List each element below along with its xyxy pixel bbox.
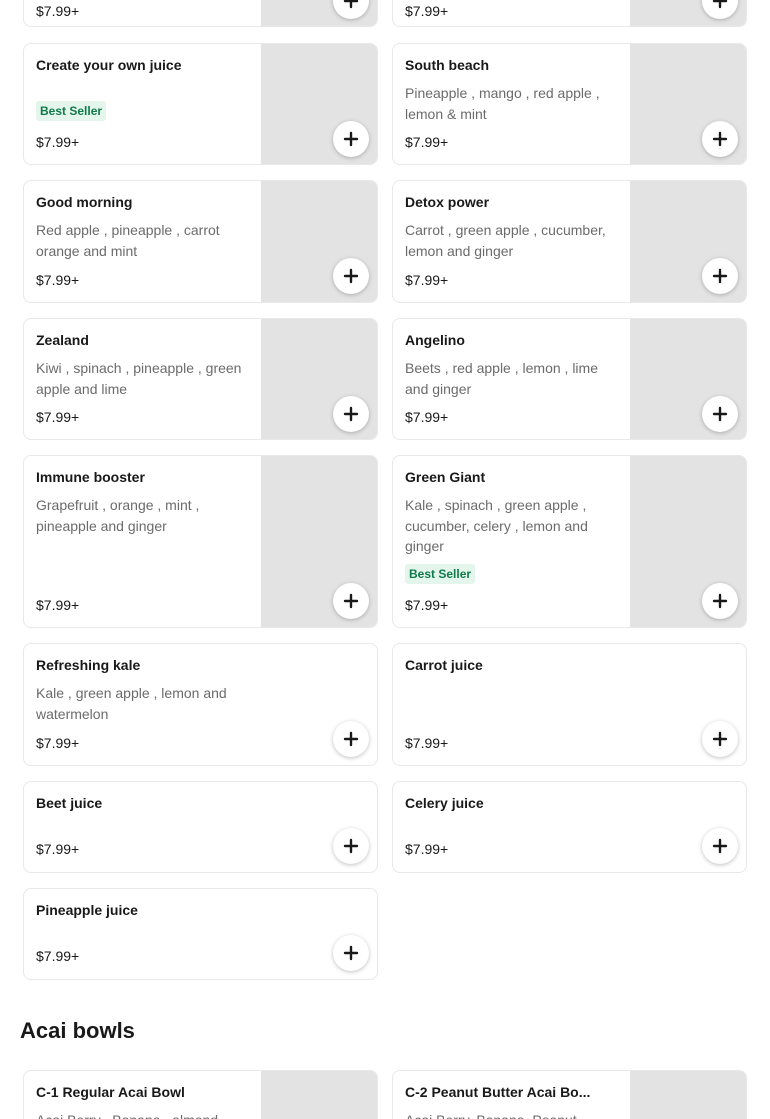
menu-item-card[interactable]: Refreshing kale Kale , green apple , lem… [23,643,378,766]
plus-icon [343,945,359,961]
plus-icon [343,131,359,147]
plus-icon [343,268,359,284]
add-item-button[interactable] [333,396,369,432]
add-item-button[interactable] [333,583,369,619]
item-description: Beets , red apple , lemon , lime and gin… [405,360,598,397]
menu-item-card[interactable]: $7.99+ [23,0,378,27]
plus-icon [712,0,728,9]
item-title: Celery juice [405,795,484,811]
item-price: $7.99+ [405,409,449,425]
plus-icon [343,593,359,609]
plus-icon [712,838,728,854]
item-description: Kiwi , spinach , pineapple , green apple… [36,360,242,397]
item-description: Carrot , green apple , cucumber, lemon a… [405,222,606,259]
item-title: C-1 Regular Acai Bowl [36,1084,185,1100]
item-description: Pineapple , mango , red apple , lemon & … [405,85,600,122]
add-item-button[interactable] [702,583,738,619]
add-item-button[interactable] [702,828,738,864]
add-item-button[interactable] [702,258,738,294]
item-title: Create your own juice [36,57,182,73]
menu-item-card[interactable]: Beet juice $7.99+ [23,781,378,873]
item-price: $7.99+ [36,134,80,150]
item-price: $7.99+ [36,735,80,751]
menu-item-card[interactable]: Carrot juice $7.99+ [392,643,747,766]
item-title: C-2 Peanut Butter Acai Bo... [405,1084,591,1100]
menu-item-card[interactable]: Pineapple juice $7.99+ [23,888,378,980]
item-price: $7.99+ [405,597,449,613]
add-item-button[interactable] [702,396,738,432]
item-price: $7.99+ [405,735,449,751]
menu-item-card[interactable]: Angelino Beets , red apple , lemon , lim… [392,318,747,440]
plus-icon [712,593,728,609]
item-title: Angelino [405,332,465,348]
plus-icon [712,406,728,422]
plus-icon [712,731,728,747]
best-seller-badge: Best Seller [405,564,476,584]
item-price: $7.99+ [405,3,449,19]
menu-item-card[interactable]: $7.99+ [392,0,747,27]
item-description: Kale , spinach , green apple , cucumber,… [405,497,588,554]
item-description: Kale , green apple , lemon and watermelo… [36,685,227,722]
item-title: Carrot juice [405,657,483,673]
plus-icon [343,838,359,854]
plus-icon [712,268,728,284]
menu-item-card[interactable]: Celery juice $7.99+ [392,781,747,873]
item-title: South beach [405,57,490,73]
item-description: Red apple , pineapple , carrot orange an… [36,222,220,259]
item-price: $7.99+ [405,272,449,288]
item-price: $7.99+ [405,134,449,150]
menu-item-card[interactable]: Good morning Red apple , pineapple , car… [23,180,378,303]
best-seller-badge: Best Seller [36,101,107,121]
item-title: Pineapple juice [36,902,138,918]
plus-icon [343,406,359,422]
item-title: Immune booster [36,469,145,485]
plus-icon [712,131,728,147]
plus-icon [343,0,359,9]
plus-icon [343,731,359,747]
menu-item-card[interactable]: South beach Pineapple , mango , red appl… [392,43,747,165]
item-description: Acai Berry, Banana, Peanut [405,1110,620,1119]
item-title: Beet juice [36,795,103,811]
item-price: $7.99+ [36,948,80,964]
section-title: Acai bowls [20,1018,135,1043]
menu-item-card[interactable]: Zealand Kiwi , spinach , pineapple , gre… [23,318,378,440]
add-item-button[interactable] [333,935,369,971]
menu-item-card[interactable]: Immune booster Grapefruit , orange , min… [23,455,378,628]
add-item-button[interactable] [702,121,738,157]
add-item-button[interactable] [333,121,369,157]
item-price: $7.99+ [36,409,80,425]
item-price: $7.99+ [36,597,80,613]
menu-item-card[interactable]: Create your own juice Best Seller $7.99+ [23,43,378,165]
item-price: $7.99+ [36,841,80,857]
menu-item-card[interactable]: Green Giant Kale , spinach , green apple… [392,455,747,628]
add-item-button[interactable] [702,721,738,757]
item-title: Refreshing kale [36,657,141,673]
item-description: Acai Berry , Banana , almond [36,1110,251,1119]
item-title: Good morning [36,194,133,210]
item-price: $7.99+ [36,3,80,19]
menu-item-card[interactable]: C-2 Peanut Butter Acai Bo... Acai Berry,… [392,1070,747,1119]
item-description: Grapefruit , orange , mint , pineapple a… [36,497,200,534]
add-item-button[interactable] [333,828,369,864]
add-item-button[interactable] [333,721,369,757]
item-title: Zealand [36,332,89,348]
item-image [261,1071,377,1119]
item-title: Detox power [405,194,490,210]
item-price: $7.99+ [36,272,80,288]
add-item-button[interactable] [333,258,369,294]
item-image [630,1071,746,1119]
menu-item-card[interactable]: Detox power Carrot , green apple , cucum… [392,180,747,303]
item-price: $7.99+ [405,841,449,857]
item-title: Green Giant [405,469,486,485]
menu-item-card[interactable]: C-1 Regular Acai Bowl Acai Berry , Banan… [23,1070,378,1119]
